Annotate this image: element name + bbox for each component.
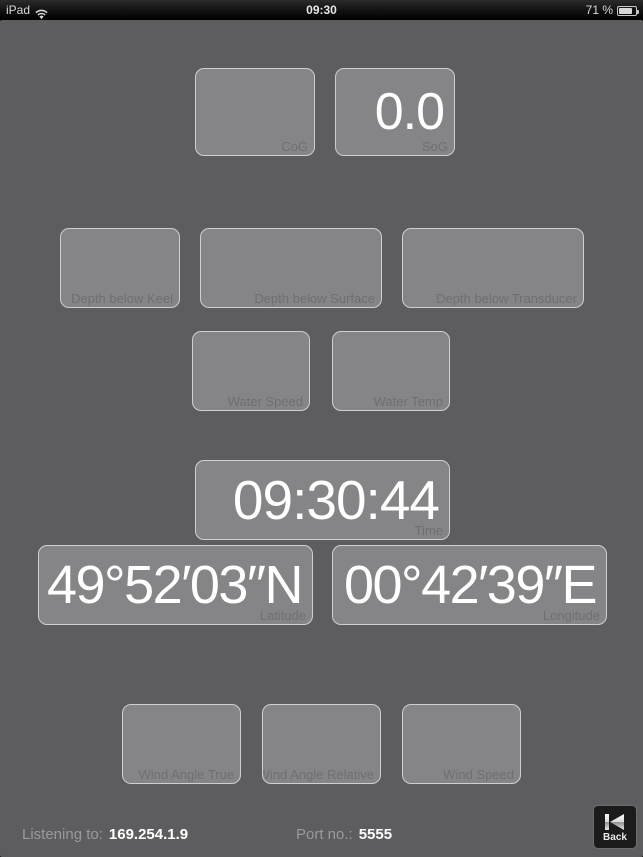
- gauge-wind-speed-label: Wind Speed: [443, 767, 514, 782]
- ios-status-bar: iPad 09:30 71 %: [0, 0, 643, 20]
- gauge-time-value: 09:30:44: [232, 468, 440, 531]
- gauge-wind-angle-true[interactable]: Wind Angle True: [122, 704, 241, 784]
- app-canvas: CoG 0.0 SoG Depth below Keel Depth below…: [0, 20, 643, 857]
- gauge-latitude-label: Latitude: [259, 608, 306, 623]
- gauge-time[interactable]: 09:30:44 Time: [195, 460, 450, 540]
- gauge-depth-below-transducer[interactable]: Depth below Transducer: [402, 228, 584, 308]
- back-button-label: Back: [603, 831, 627, 843]
- gauge-time-label: Time: [414, 523, 443, 538]
- gauge-wind-angle-relative[interactable]: Wind Angle Relative: [262, 704, 381, 784]
- port-no-value: 5555: [358, 826, 393, 843]
- gauge-water-temp-label: Water Temp: [373, 394, 443, 409]
- gauge-longitude[interactable]: 00°42′39″E Longitude: [332, 545, 607, 625]
- gauge-depth-below-keel[interactable]: Depth below Keel: [60, 228, 180, 308]
- gauge-depth-below-surface[interactable]: Depth below Surface: [200, 228, 382, 308]
- gauge-depth-below-transducer-label: Depth below Transducer: [436, 291, 577, 306]
- gauge-water-speed[interactable]: Water Speed: [192, 331, 310, 411]
- status-bar-clock: 09:30: [306, 3, 337, 17]
- back-button[interactable]: Back: [593, 805, 637, 849]
- gauge-depth-below-surface-label: Depth below Surface: [254, 291, 375, 306]
- gauge-wind-angle-true-label: Wind Angle True: [138, 767, 234, 782]
- gauge-sog[interactable]: 0.0 SoG: [335, 68, 455, 156]
- gauge-cog-label: CoG: [281, 139, 308, 154]
- skip-back-icon: [602, 812, 628, 832]
- bottom-status-bar: Listening to: 169.254.1.9 Port no.: 5555: [0, 802, 643, 857]
- status-bar-right: 71 %: [585, 0, 639, 20]
- gauge-water-temp[interactable]: Water Temp: [332, 331, 450, 411]
- battery-percent-label: 71 %: [585, 3, 613, 17]
- port-no-label: Port no.:: [296, 826, 353, 843]
- port-no-status: Port no.: 5555: [296, 826, 392, 843]
- gauge-water-speed-label: Water Speed: [227, 394, 303, 409]
- gauge-wind-speed[interactable]: Wind Speed: [402, 704, 521, 784]
- gauge-wind-angle-relative-label: Wind Angle Relative: [262, 767, 374, 782]
- gauge-longitude-label: Longitude: [542, 608, 600, 623]
- listening-to-status: Listening to: 169.254.1.9: [22, 826, 188, 843]
- gauge-cog[interactable]: CoG: [195, 68, 315, 156]
- battery-icon: [617, 6, 639, 16]
- gauge-sog-label: SoG: [421, 139, 448, 154]
- listening-to-label: Listening to:: [22, 826, 103, 843]
- gauge-depth-below-keel-label: Depth below Keel: [71, 291, 173, 306]
- gauge-latitude[interactable]: 49°52′03″N Latitude: [38, 545, 313, 625]
- listening-to-value: 169.254.1.9: [108, 826, 189, 843]
